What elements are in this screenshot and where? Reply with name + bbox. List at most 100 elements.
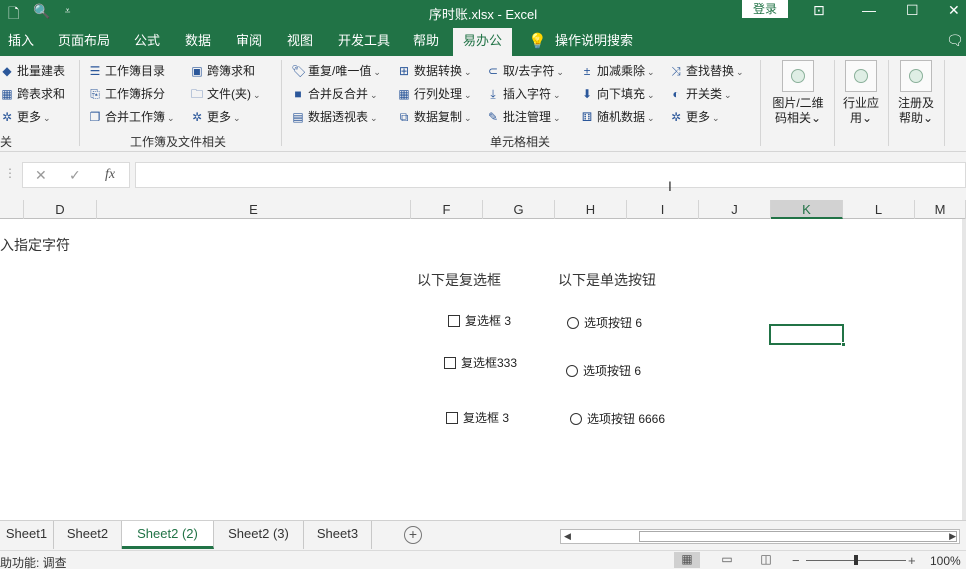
- image-qrcode-icon: [782, 60, 814, 92]
- row-col-process-button[interactable]: ▦ 行列处理 ⌄: [397, 84, 471, 104]
- page-layout-view-icon[interactable]: ▭: [714, 552, 740, 568]
- tab-yibangong[interactable]: 易办公: [453, 28, 513, 56]
- tab-data[interactable]: 数据: [185, 28, 211, 56]
- vertical-scrollbar[interactable]: [962, 219, 966, 520]
- more-button-2[interactable]: ✲ 更多 ⌄: [190, 107, 241, 127]
- register-help-button[interactable]: 注册及 帮助⌄: [892, 60, 940, 126]
- zoom-slider-thumb[interactable]: [854, 555, 858, 565]
- add-sheet-icon[interactable]: +: [404, 526, 422, 544]
- accessibility-status[interactable]: 助功能: 调查: [0, 554, 67, 571]
- column-header-i[interactable]: I: [627, 200, 699, 219]
- checkbox-3[interactable]: 复选框 3: [446, 409, 509, 426]
- radio-icon: [567, 316, 579, 329]
- tab-formulas[interactable]: 公式: [134, 28, 160, 56]
- workbook-split-button[interactable]: ⎘ 工作簿拆分: [88, 84, 165, 104]
- column-header-j[interactable]: J: [699, 200, 771, 219]
- sparkle-icon: ✲: [670, 110, 682, 124]
- arithmetic-button[interactable]: ± 加减乘除 ⌄: [580, 61, 655, 81]
- industry-apps-button[interactable]: 行业应 用⌄: [838, 60, 884, 126]
- fill-handle[interactable]: [841, 342, 846, 347]
- merge-icon: ❐: [89, 110, 101, 124]
- switch-button[interactable]: ◐ 开关类 ⌄: [669, 84, 731, 104]
- selected-cell[interactable]: [769, 324, 846, 347]
- rows-icon: ▦: [398, 87, 410, 101]
- find-replace-button[interactable]: ⤨ 查找替换 ⌄: [669, 61, 743, 81]
- comment-manage-button[interactable]: ✎ 批注管理 ⌄: [486, 107, 561, 127]
- sheet-tab-sheet2-2[interactable]: Sheet2 (2): [122, 521, 214, 549]
- pivot-table-button[interactable]: ▤ 数据透视表 ⌄: [291, 107, 377, 127]
- column-header-e[interactable]: E: [97, 200, 411, 219]
- cross-sheet-sum-button[interactable]: ▦ 跨表求和: [0, 84, 65, 104]
- cross-book-sum-button[interactable]: ▣ 跨簿求和: [190, 61, 255, 81]
- ribbon-tabs: 插入 页面布局 公式 数据 审阅 视图 开发工具 帮助 易办公 💡 操作说明搜索…: [0, 28, 966, 56]
- batch-create-sheets-button[interactable]: ◆ 批量建表: [0, 61, 65, 81]
- more-button-3[interactable]: ✲ 更多 ⌄: [669, 107, 720, 127]
- zoom-in-icon[interactable]: +: [908, 553, 916, 568]
- tab-insert[interactable]: 插入: [8, 28, 34, 56]
- column-header-partial[interactable]: [0, 200, 24, 219]
- tab-developer[interactable]: 开发工具: [338, 28, 390, 56]
- minimize-icon[interactable]: —: [862, 2, 876, 18]
- sheet-tab-sheet2-3[interactable]: Sheet2 (3): [214, 521, 304, 549]
- page-break-view-icon[interactable]: ◫: [753, 552, 779, 568]
- fill-down-button[interactable]: ⬇ 向下填充 ⌄: [580, 84, 655, 104]
- scroll-right-icon[interactable]: ▶: [949, 530, 956, 543]
- radio-button-1[interactable]: 选项按钮 6: [567, 314, 642, 331]
- tab-page-layout[interactable]: 页面布局: [58, 28, 110, 56]
- zoom-out-icon[interactable]: −: [792, 553, 800, 568]
- tell-me-search[interactable]: 操作说明搜索: [555, 28, 633, 56]
- insert-function-icon[interactable]: fx: [105, 167, 115, 183]
- checkbox-icon: [444, 356, 456, 369]
- data-convert-button[interactable]: ⊞ 数据转换 ⌄: [397, 61, 472, 81]
- insert-chars-button[interactable]: ⤓ 插入字符 ⌄: [486, 84, 560, 104]
- column-header-l[interactable]: L: [843, 200, 915, 219]
- horizontal-scrollbar[interactable]: ◀ ▶: [560, 529, 960, 544]
- data-copy-button[interactable]: ⧉ 数据复制 ⌄: [397, 107, 472, 127]
- column-header-m[interactable]: M: [915, 200, 966, 219]
- zoom-level[interactable]: 100%: [930, 554, 961, 568]
- tab-review[interactable]: 审阅: [236, 28, 262, 56]
- comments-icon[interactable]: 🗨: [946, 32, 964, 49]
- checkbox-1[interactable]: 复选框 3: [448, 312, 511, 329]
- random-data-button[interactable]: ⚅ 随机数据 ⌄: [580, 107, 655, 127]
- column-header-g[interactable]: G: [483, 200, 555, 219]
- arrow-down-icon: ⬇: [581, 87, 593, 101]
- ribbon: ◆ 批量建表 ▦ 跨表求和 ✲ 更多 ⌄ 关 ☰ 工作簿目录 ⎘ 工作簿拆分 ❐ 合并工作簿 ⌄…: [0, 56, 966, 152]
- tag-icon: 🏷: [291, 64, 307, 78]
- workbook-toc-button[interactable]: ☰ 工作簿目录: [88, 61, 165, 81]
- ribbon-display-icon[interactable]: ⊡: [813, 2, 825, 19]
- tab-help[interactable]: 帮助: [413, 28, 439, 56]
- sheet-tab-sheet1[interactable]: Sheet1: [0, 521, 54, 549]
- normal-view-icon[interactable]: ▦: [674, 552, 700, 568]
- merge-unmerge-button[interactable]: ■ 合并反合并 ⌄: [291, 84, 377, 104]
- column-header-k[interactable]: K: [771, 200, 843, 219]
- scroll-thumb[interactable]: [639, 531, 957, 542]
- sheet-tab-sheet3[interactable]: Sheet3: [304, 521, 372, 549]
- column-header-h[interactable]: H: [555, 200, 627, 219]
- checkbox-2[interactable]: 复选框333: [444, 354, 517, 371]
- maximize-icon[interactable]: ☐: [906, 2, 919, 19]
- login-button[interactable]: 登录: [742, 0, 788, 18]
- sparkle-icon: ✲: [1, 110, 13, 124]
- cancel-icon[interactable]: ✕: [35, 167, 47, 184]
- image-qrcode-button[interactable]: 图片/二维 码相关⌄: [768, 60, 828, 126]
- enter-icon[interactable]: ✓: [69, 167, 81, 184]
- column-header-d[interactable]: D: [24, 200, 97, 219]
- files-folder-button[interactable]: 🗀 文件(夹) ⌄: [190, 84, 261, 104]
- more-button-1[interactable]: ✲ 更多 ⌄: [0, 107, 51, 127]
- tab-view[interactable]: 视图: [287, 28, 313, 56]
- extract-chars-button[interactable]: ⊂ 取/去字符 ⌄: [486, 61, 564, 81]
- radio-button-2[interactable]: 选项按钮 6: [566, 362, 641, 379]
- extract-icon: ⊂: [487, 64, 499, 78]
- checkbox-icon: [448, 314, 460, 327]
- duplicate-unique-button[interactable]: 🏷 重复/唯一值 ⌄: [291, 61, 381, 81]
- radio-button-3[interactable]: 选项按钮 6666: [570, 410, 665, 427]
- formula-input[interactable]: [135, 162, 966, 188]
- close-icon[interactable]: ✕: [948, 2, 960, 19]
- scroll-left-icon[interactable]: ◀: [564, 530, 571, 543]
- merge-workbooks-button[interactable]: ❐ 合并工作簿 ⌄: [88, 107, 175, 127]
- lightbulb-icon: 💡: [528, 33, 547, 50]
- radio-icon: [566, 364, 578, 377]
- sheet-tab-sheet2[interactable]: Sheet2: [54, 521, 122, 549]
- column-header-f[interactable]: F: [411, 200, 483, 219]
